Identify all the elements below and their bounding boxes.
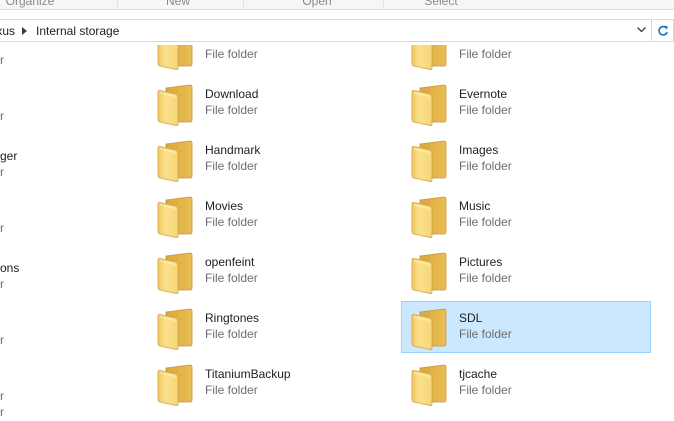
partial-item-type: r xyxy=(0,389,4,403)
folder-type: File folder xyxy=(459,103,512,117)
folder-tile[interactable]: Evernote File folder xyxy=(401,77,651,129)
folder-type: File folder xyxy=(205,271,258,285)
folder-tile[interactable]: Pictures File folder xyxy=(401,245,651,297)
folder-icon xyxy=(156,306,196,350)
ribbon: Organize New Open Select xyxy=(0,0,674,10)
folder-type: File folder xyxy=(459,47,512,61)
folder-name: tjcache xyxy=(459,367,498,381)
partial-item-type: r xyxy=(0,333,4,347)
folder-name: Ringtones xyxy=(205,311,260,325)
address-bar-row: Nexus Internal storage xyxy=(0,17,674,45)
breadcrumb-internal-storage[interactable]: Internal storage xyxy=(36,24,119,38)
address-history-dropdown[interactable] xyxy=(632,22,650,41)
folder-icon xyxy=(156,138,196,182)
folder-name: Evernote xyxy=(459,87,508,101)
folder-type: File folder xyxy=(205,103,258,117)
ribbon-separator xyxy=(243,0,244,9)
folder-tile[interactable]: Handmark File folder xyxy=(147,133,397,185)
folder-tile[interactable]: Images File folder xyxy=(401,133,651,185)
folder-icon xyxy=(410,45,450,70)
folder-name: Music xyxy=(459,199,491,213)
folder-type: File folder xyxy=(459,327,512,341)
ribbon-group-select: Select xyxy=(424,0,458,8)
partial-item-type: r xyxy=(0,221,4,235)
folder-type: File folder xyxy=(205,47,258,61)
partial-item-type: r xyxy=(0,109,4,123)
folder-icon xyxy=(156,362,196,406)
folder-name: Download xyxy=(205,87,259,101)
folder-name: TitaniumBackup xyxy=(205,367,291,381)
folder-name: Movies xyxy=(205,199,244,213)
partial-item-type: r xyxy=(0,277,4,291)
folder-icon xyxy=(156,45,196,70)
folder-name: Handmark xyxy=(205,143,261,157)
folder-name: SDL xyxy=(459,311,483,325)
folder-name: Pictures xyxy=(459,255,503,269)
partial-item-type: r xyxy=(0,165,4,179)
folder-type: File folder xyxy=(205,383,258,397)
file-list: r r ger r r ons r r r r File folder File… xyxy=(0,45,674,421)
address-bar[interactable]: Nexus Internal storage xyxy=(0,19,652,42)
folder-icon xyxy=(410,138,450,182)
folder-icon xyxy=(410,362,450,406)
folder-icon xyxy=(156,250,196,294)
folder-type: File folder xyxy=(459,383,512,397)
partial-item-type: r xyxy=(0,405,4,419)
folder-type: File folder xyxy=(205,215,258,229)
folder-type: File folder xyxy=(459,159,512,173)
partial-item-name: ons xyxy=(0,261,20,275)
folder-tile[interactable]: Music File folder xyxy=(401,189,651,241)
ribbon-group-open: Open xyxy=(302,0,332,8)
folder-name: Images xyxy=(459,143,499,157)
folder-tile[interactable]: openfeint File folder xyxy=(147,245,397,297)
folder-icon xyxy=(410,306,450,350)
refresh-icon xyxy=(658,25,668,36)
folder-tile[interactable]: tjcache File folder xyxy=(401,357,651,409)
breadcrumb-chevron-icon[interactable] xyxy=(22,27,27,35)
folder-icon xyxy=(410,250,450,294)
refresh-button[interactable] xyxy=(653,19,674,42)
folder-type: File folder xyxy=(459,271,512,285)
folder-tile-partial[interactable]: File folder xyxy=(401,45,651,73)
folder-icon xyxy=(156,194,196,238)
partial-item-type: r xyxy=(0,53,4,67)
folder-type: File folder xyxy=(459,215,512,229)
chevron-down-icon xyxy=(636,27,646,33)
folder-icon xyxy=(156,82,196,126)
folder-tile[interactable]: Ringtones File folder xyxy=(147,301,397,353)
folder-type: File folder xyxy=(205,327,258,341)
folder-tile[interactable]: Download File folder xyxy=(147,77,397,129)
folder-tile[interactable]: TitaniumBackup File folder xyxy=(147,357,397,409)
folder-tile[interactable]: Movies File folder xyxy=(147,189,397,241)
folder-type: File folder xyxy=(205,159,258,173)
partial-item-name: ger xyxy=(0,149,18,163)
ribbon-group-organize: Organize xyxy=(5,0,55,8)
folder-icon xyxy=(410,194,450,238)
folder-tile[interactable]: SDL File folder xyxy=(401,301,651,353)
breadcrumb-device[interactable]: Nexus xyxy=(0,24,15,38)
ribbon-group-new: New xyxy=(165,0,190,8)
left-column-partial: r r ger r r ons r r r r xyxy=(0,45,40,421)
folder-name: openfeint xyxy=(205,255,255,269)
folder-icon xyxy=(410,82,450,126)
folder-tile-partial[interactable]: File folder xyxy=(147,45,397,73)
